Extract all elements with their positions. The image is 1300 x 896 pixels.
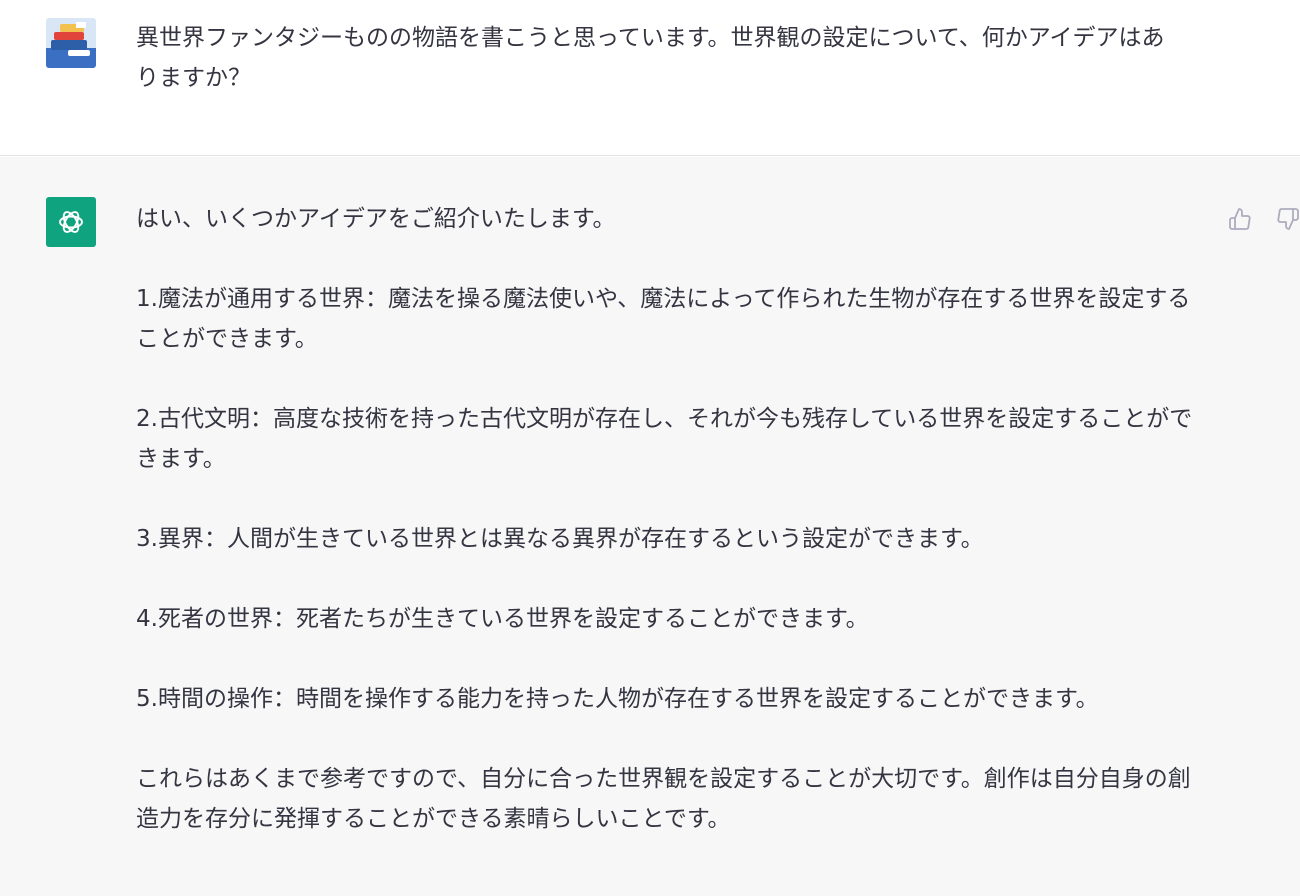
user-avatar [46, 18, 96, 68]
user-message-text: 異世界ファンタジーものの物語を書こうと思っています。世界観の設定について、何かア… [136, 25, 1165, 91]
thumbs-down-icon [1277, 208, 1299, 230]
conversation-thread: 異世界ファンタジーものの物語を書こうと思っています。世界観の設定について、何かア… [0, 0, 1300, 896]
assistant-message-body: はい、いくつかアイデアをご紹介いたします。 1.魔法が通用する世界：魔法を操る魔… [136, 199, 1206, 839]
assistant-paragraph: これらはあくまで参考ですので、自分に合った世界観を設定することが大切です。創作は… [136, 766, 1191, 832]
thumbs-up-icon [1229, 208, 1251, 230]
thumbs-down-button[interactable] [1274, 205, 1300, 233]
feedback-controls [1226, 205, 1300, 233]
assistant-paragraph: 5.時間の操作：時間を操作する能力を持った人物が存在する世界を設定することができ… [136, 686, 1099, 712]
assistant-paragraph: 1.魔法が通用する世界：魔法を操る魔法使いや、魔法によって作られた生物が存在する… [136, 286, 1191, 352]
assistant-avatar [46, 197, 96, 247]
openai-logo-icon [59, 211, 83, 233]
user-avatar-image [46, 18, 96, 68]
assistant-paragraph: 2.古代文明：高度な技術を持った古代文明が存在し、それが今も残存している世界を設… [136, 406, 1193, 472]
user-message-row: 異世界ファンタジーものの物語を書こうと思っています。世界観の設定について、何かア… [0, 0, 1300, 156]
assistant-message-row: はい、いくつかアイデアをご紹介いたします。 1.魔法が通用する世界：魔法を操る魔… [0, 157, 1300, 896]
assistant-paragraph: 4.死者の世界：死者たちが生きている世界を設定することができます。 [136, 606, 869, 632]
assistant-paragraph: 3.異界：人間が生きている世界とは異なる異界が存在するという設定ができます。 [136, 526, 984, 552]
assistant-paragraph: はい、いくつかアイデアをご紹介いたします。 [136, 206, 616, 232]
thumbs-up-button[interactable] [1226, 205, 1254, 233]
